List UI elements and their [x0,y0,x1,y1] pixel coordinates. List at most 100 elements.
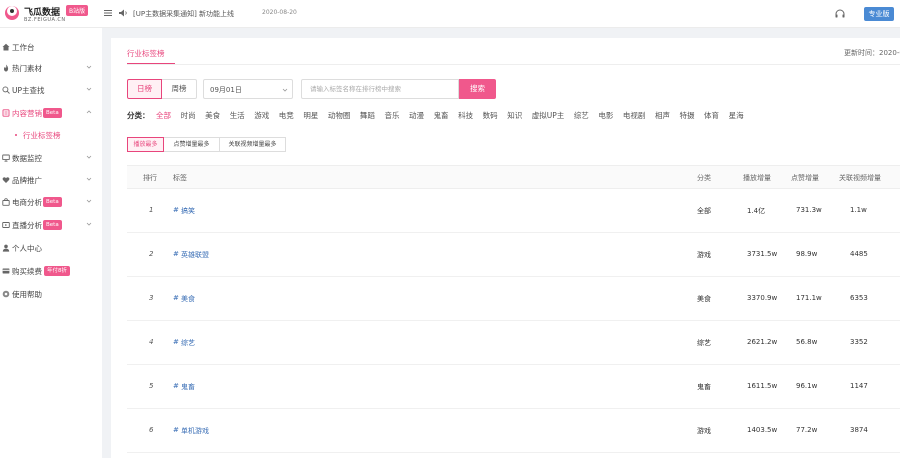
category-crosstalk[interactable]: 相声 [655,111,670,120]
sidebar-item-brand-promotion[interactable]: 品牌推广 [0,171,102,189]
row-rank: 4 [149,338,154,346]
header-category: 分类 [697,174,711,182]
search-icon [2,86,10,94]
hash-icon: # [173,338,179,346]
category-sports[interactable]: 体育 [704,111,719,120]
category-music[interactable]: 音乐 [384,111,399,120]
chevron-down-icon [86,87,92,91]
category-anime[interactable]: 动漫 [409,111,424,120]
pro-version-button[interactable]: 专业版 [864,7,894,21]
week-rank-toggle[interactable]: 周榜 [162,79,197,99]
row-likes: 56.8w [796,338,818,346]
row-likes: 77.2w [796,426,818,434]
sidebar-item-help[interactable]: 使用帮助 [0,285,102,303]
brand-logo[interactable]: 飞瓜数据 B站版 BZ.FEIGUA.CN [4,4,104,24]
category-esports[interactable]: 电竞 [279,111,294,120]
sidebar-item-up-search[interactable]: UP主查找 [0,81,102,99]
row-videos: 1.1w [850,206,867,214]
row-likes: 731.3w [796,206,822,214]
sidebar-item-live-analysis[interactable]: 直播分析 Beta [0,216,102,234]
date-picker[interactable]: 09月01日 [203,79,293,99]
category-kichiku[interactable]: 鬼畜 [434,111,449,120]
hash-icon: # [173,382,179,390]
tab-industry-tag-rank[interactable]: 行业标签榜 [127,48,165,59]
announcement-text[interactable]: [UP主数据采集通知] 新功能上线 [133,9,234,19]
category-fashion[interactable]: 时尚 [181,111,196,120]
sidebar-item-content-marketing[interactable]: 内容营销 Beta [0,104,102,122]
sidebar-item-hot-materials[interactable]: 热门素材 [0,59,102,77]
header-plays[interactable]: 播放增量 [743,173,771,183]
table-row[interactable]: 1 # 搞笑 全部 1.4亿 731.3w 1.1w [127,189,900,233]
row-rank: 6 [149,426,154,434]
row-tag-link[interactable]: 单机游戏 [181,426,209,436]
row-tag-link[interactable]: 鬼畜 [181,382,195,392]
row-videos: 4485 [850,250,868,258]
category-knowledge[interactable]: 知识 [507,111,522,120]
category-movie[interactable]: 电影 [598,111,613,120]
header-rank: 排行 [143,174,157,182]
category-tech[interactable]: 科技 [458,111,473,120]
hash-icon: # [173,250,179,258]
help-icon [2,290,10,298]
tag-search-input[interactable] [301,79,459,99]
menu-icon[interactable] [104,9,112,17]
category-tv[interactable]: 电视剧 [623,111,646,120]
category-dance[interactable]: 舞蹈 [360,111,375,120]
sidebar-item-purchase-renew[interactable]: 购买续费 年付8折 [0,262,102,280]
sidebar-item-label: 品牌推广 [12,176,42,185]
sidebar-subitem-industry-tag-rank[interactable]: 行业标签榜 [0,127,102,143]
row-tag-link[interactable]: 美食 [181,294,195,304]
category-animals[interactable]: 动物圈 [328,111,351,120]
sort-most-likes[interactable]: 点赞增量最多 [164,137,220,152]
header-likes[interactable]: 点赞增量 [791,173,819,183]
beta-badge: Beta [43,197,62,207]
category-digital[interactable]: 数码 [483,111,498,120]
table-row[interactable]: 6 # 单机游戏 游戏 1403.5w 77.2w 3874 [127,409,900,453]
sidebar-item-personal-center[interactable]: 个人中心 [0,239,102,257]
chevron-down-icon [86,65,92,69]
sidebar-item-label: 使用帮助 [12,290,42,299]
row-videos: 3352 [850,338,868,346]
sidebar-item-data-monitor[interactable]: 数据监控 [0,149,102,167]
headset-icon[interactable] [834,8,846,20]
search-button[interactable]: 搜索 [459,79,496,99]
row-tag-link[interactable]: 英雄联盟 [181,250,209,260]
sidebar-subitem-label: 行业标签榜 [23,131,61,140]
category-filter: 分类： 全部 时尚 美食 生活 游戏 电竞 明星 动物圈 舞蹈 音乐 动漫 鬼畜… [127,110,751,122]
category-life[interactable]: 生活 [230,111,245,120]
fire-icon [3,64,9,72]
header-tag: 标签 [173,174,187,182]
row-videos: 6353 [850,294,868,302]
home-icon [2,43,10,51]
category-variety[interactable]: 综艺 [574,111,589,120]
row-likes: 98.9w [796,250,818,258]
category-all[interactable]: 全部 [156,111,171,120]
table-row[interactable]: 3 # 美食 美食 3370.9w 171.1w 6353 [127,277,900,321]
sidebar-item-label: 工作台 [12,43,35,52]
category-celebrity[interactable]: 明星 [303,111,318,120]
row-tag-link[interactable]: 搞笑 [181,206,195,216]
sidebar-item-ecommerce-analysis[interactable]: 电商分析 Beta [0,193,102,211]
header-videos[interactable]: 关联视频增量 [839,173,881,183]
category-tokusatsu[interactable]: 特摄 [680,111,695,120]
sidebar-item-workbench[interactable]: 工作台 [0,38,102,56]
row-category: 游戏 [697,251,711,259]
sort-most-plays[interactable]: 播放最多 [127,137,164,152]
table-row[interactable]: 2 # 英雄联盟 游戏 3731.5w 98.9w 4485 [127,233,900,277]
row-tag-link[interactable]: 综艺 [181,338,195,348]
day-rank-toggle[interactable]: 日榜 [127,79,162,99]
category-xinghai[interactable]: 星海 [729,111,744,120]
table-row[interactable]: 5 # 鬼畜 鬼畜 1611.5w 96.1w 1147 [127,365,900,409]
main-panel: 行业标签榜 更新时间：2020-0 日榜 周榜 09月01日 搜索 分类： 全部… [111,38,900,458]
category-virtual-up[interactable]: 虚拟UP主 [532,111,565,120]
category-food[interactable]: 美食 [205,111,220,120]
table-row[interactable]: 4 # 综艺 综艺 2621.2w 56.8w 3352 [127,321,900,365]
category-game[interactable]: 游戏 [254,111,269,120]
shop-icon [2,198,10,206]
row-plays: 1403.5w [747,426,778,434]
sidebar-item-label: 数据监控 [12,154,42,163]
live-icon [2,222,10,228]
row-rank: 5 [149,382,154,390]
sort-most-videos[interactable]: 关联视频增量最多 [220,137,286,152]
sidebar-item-label: 电商分析 [12,198,42,207]
